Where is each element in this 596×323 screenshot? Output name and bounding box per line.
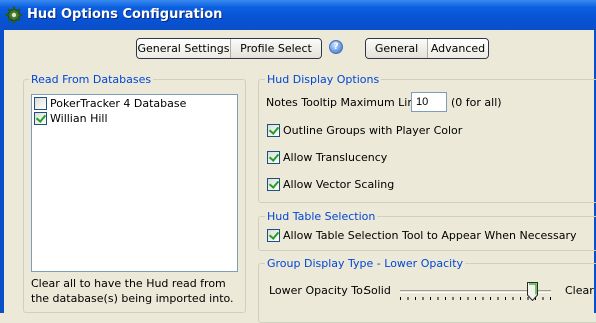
lower-opacity-label: Lower Opacity To: xyxy=(269,284,367,297)
tab-general[interactable]: General xyxy=(366,39,427,58)
notes-max-lines-input[interactable] xyxy=(411,92,447,112)
translucency-checkbox[interactable] xyxy=(267,151,280,164)
database-list[interactable]: PokerTracker 4 Database Willian Hill xyxy=(31,94,238,272)
list-item[interactable]: PokerTracker 4 Database xyxy=(34,96,186,111)
mode-tab-group: General Advanced xyxy=(365,38,489,59)
vector-scaling-checkbox[interactable] xyxy=(267,178,280,191)
vector-scaling-option[interactable]: Allow Vector Scaling xyxy=(267,178,394,191)
databases-legend: Read From Databases xyxy=(29,73,154,86)
opacity-slider-thumb[interactable] xyxy=(527,282,539,301)
opacity-max-label: Clear xyxy=(565,284,594,297)
database-checkbox[interactable] xyxy=(34,112,47,125)
hud-display-legend: Hud Display Options xyxy=(265,73,382,86)
translucency-option[interactable]: Allow Translucency xyxy=(267,151,387,164)
notes-max-lines-hint: (0 for all) xyxy=(451,96,502,109)
table-selection-checkbox[interactable] xyxy=(267,229,280,242)
outline-groups-checkbox[interactable] xyxy=(267,124,280,137)
database-checkbox[interactable] xyxy=(34,97,47,110)
database-label: PokerTracker 4 Database xyxy=(50,97,187,110)
outline-groups-label: Outline Groups with Player Color xyxy=(283,124,463,137)
tab-advanced[interactable]: Advanced xyxy=(427,39,488,58)
tab-profile-select[interactable]: Profile Select xyxy=(230,39,321,58)
databases-note-line2: the database(s) being imported into. xyxy=(31,292,234,305)
vector-scaling-label: Allow Vector Scaling xyxy=(283,178,395,191)
list-item[interactable]: Willian Hill xyxy=(34,111,108,126)
help-icon[interactable]: ? xyxy=(329,40,343,54)
gear-icon xyxy=(5,6,23,24)
table-selection-label: Allow Table Selection Tool to Appear Whe… xyxy=(283,229,577,242)
notes-max-lines-label: Notes Tooltip Maximum Lines: xyxy=(266,96,431,109)
outline-groups-option[interactable]: Outline Groups with Player Color xyxy=(267,124,462,137)
window-title: Hud Options Configuration xyxy=(27,7,223,22)
group-display-legend: Group Display Type - Lower Opacity xyxy=(265,257,466,270)
opacity-min-label: Solid xyxy=(364,284,391,297)
title-bar[interactable]: Hud Options Configuration xyxy=(0,0,596,30)
database-label: Willian Hill xyxy=(50,112,108,125)
table-selection-option[interactable]: Allow Table Selection Tool to Appear Whe… xyxy=(267,229,577,242)
table-selection-legend: Hud Table Selection xyxy=(265,210,378,223)
settings-tab-group: General Settings Profile Select xyxy=(136,38,322,59)
databases-note-line1: Clear all to have the Hud read from xyxy=(31,277,226,290)
translucency-label: Allow Translucency xyxy=(283,151,388,164)
tab-general-settings[interactable]: General Settings xyxy=(137,39,230,58)
